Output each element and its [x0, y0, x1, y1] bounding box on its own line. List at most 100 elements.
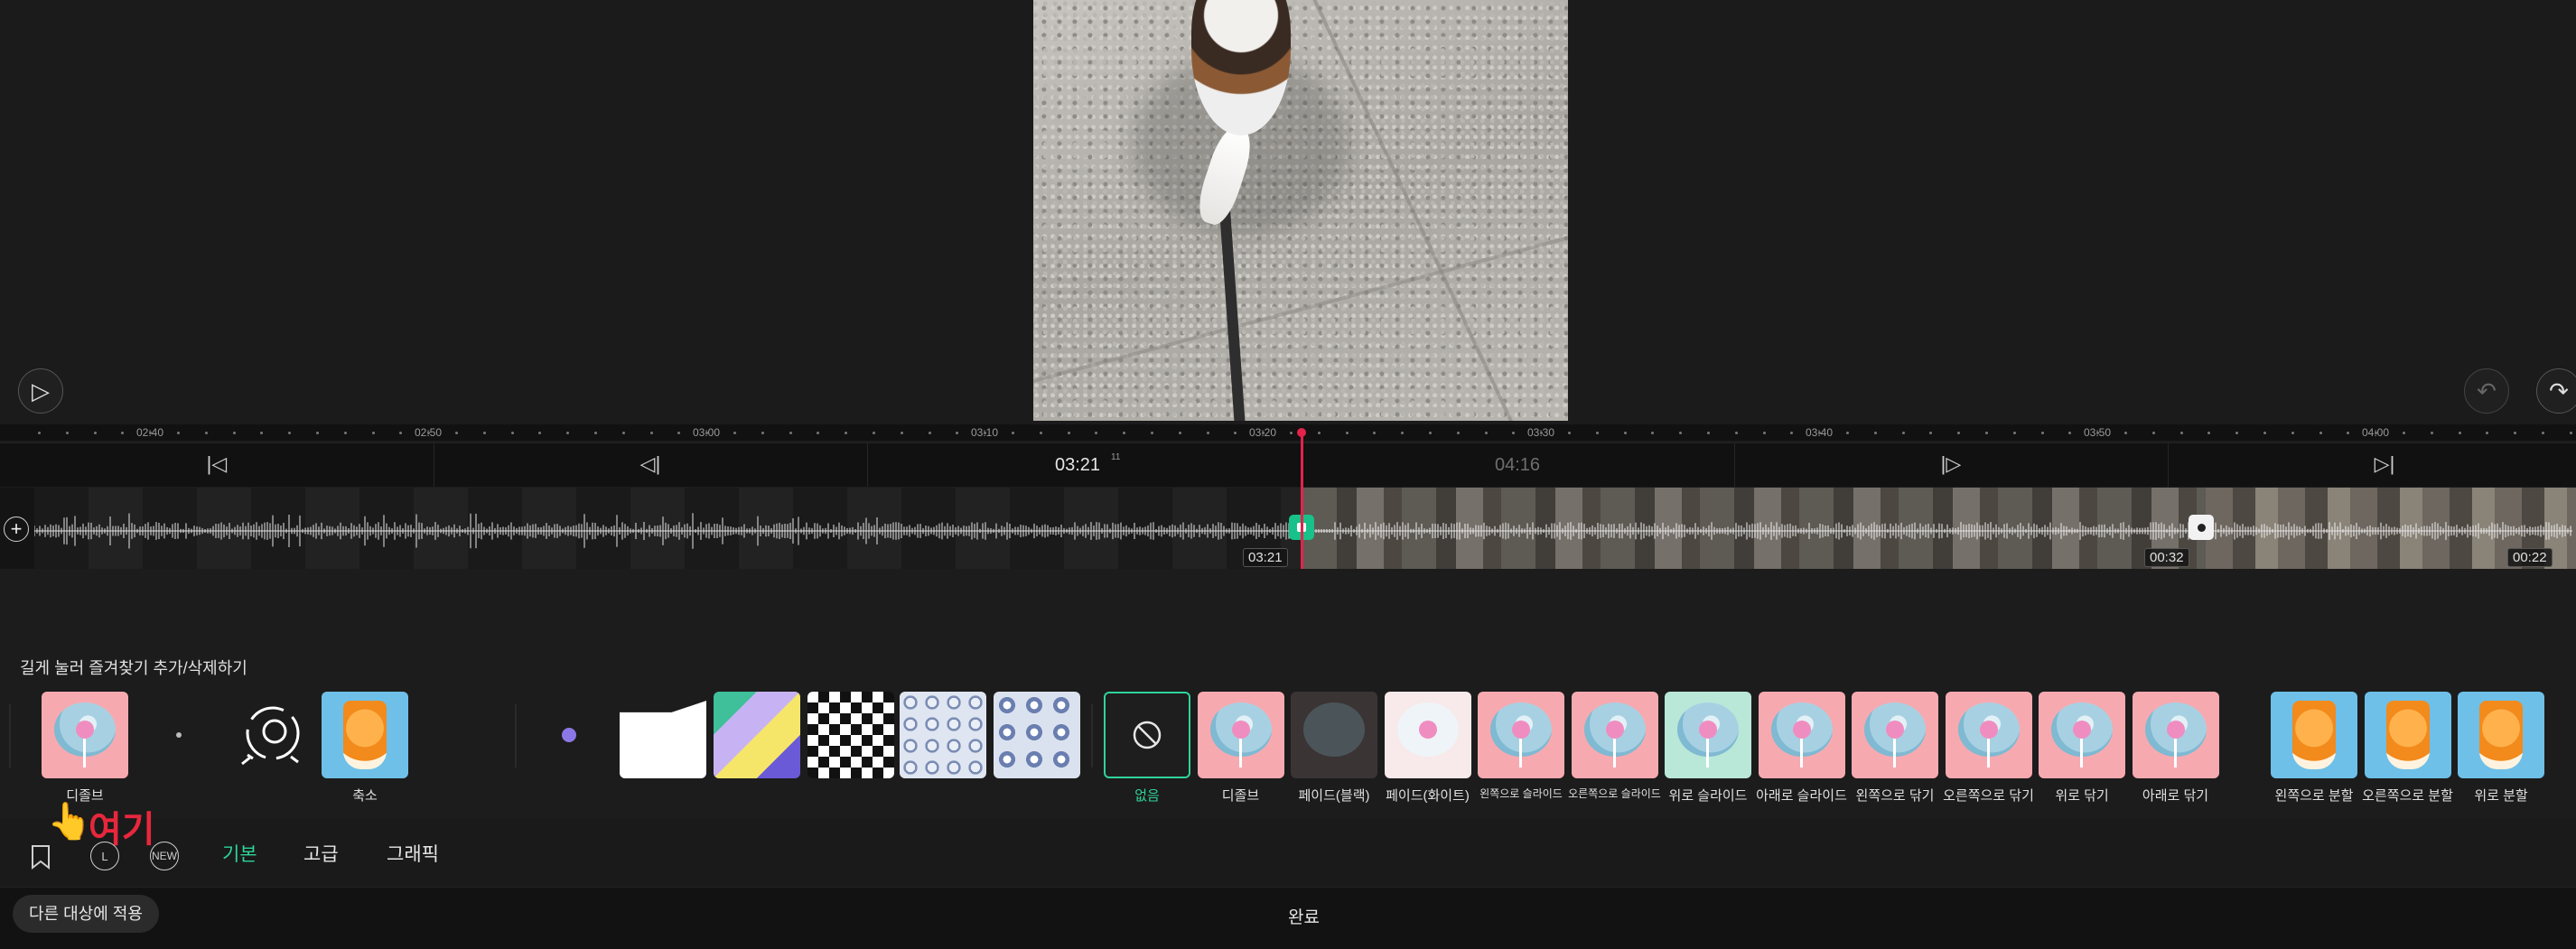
none-icon	[1133, 721, 1162, 749]
ruler-tick	[900, 432, 903, 434]
ruler-tick	[1762, 432, 1766, 434]
lollipop-icon	[1512, 721, 1530, 739]
transition-thumbnail[interactable]	[1758, 692, 1845, 778]
ruler-tick	[1790, 432, 1794, 434]
transition-thumbnail[interactable]	[1478, 692, 1564, 778]
ruler-tick	[538, 432, 542, 434]
transition-thumbnail[interactable]	[1571, 692, 1658, 778]
ruler-tick	[2319, 432, 2322, 434]
transition-thumbnail[interactable]	[1291, 692, 1377, 778]
apply-to-other-button[interactable]: 다른 대상에 적용	[13, 895, 159, 933]
ruler-label: 03:20	[1248, 426, 1277, 439]
pointing-hand-icon: 👆	[47, 802, 92, 842]
add-clip-button[interactable]: +	[4, 516, 29, 542]
ruler-tick	[2068, 432, 2072, 434]
transition-marker[interactable]	[2189, 515, 2214, 540]
new-tab[interactable]: NEW	[150, 842, 179, 870]
ruler-tick	[2235, 432, 2239, 434]
ruler-tick	[2207, 432, 2211, 434]
transition-thumbnail[interactable]	[229, 692, 316, 778]
ruler-tick	[873, 432, 875, 434]
ruler-tick	[1123, 432, 1126, 434]
lollipop-icon	[2073, 721, 2091, 739]
lollipop-icon	[1605, 721, 1624, 739]
ruler-label: 02:40	[135, 426, 164, 439]
transition-thumbnail[interactable]	[1197, 692, 1284, 778]
ruler-tick	[1234, 432, 1237, 434]
transition-label: 오른쪽으로 슬라이드	[1568, 787, 1661, 800]
recent-tab[interactable]: L	[90, 842, 119, 870]
transition-thumbnail[interactable]	[526, 692, 612, 778]
favorites-tab[interactable]	[25, 842, 56, 872]
ruler-tick	[343, 432, 347, 434]
ruler-tick	[1456, 432, 1460, 434]
tab-basic[interactable]: 기본	[222, 840, 257, 867]
ruler-tick	[1151, 432, 1153, 434]
timeline-ruler[interactable]: 02:40 02:50 03:00 03:10 03:20 03:30 03:40 03:50…	[0, 424, 2576, 441]
ruler-tick	[2179, 432, 2183, 434]
transition-thumbnail[interactable]	[994, 692, 1080, 778]
redo-icon: ↷	[2549, 377, 2569, 405]
transition-thumbnail[interactable]	[322, 692, 408, 778]
recent-icon-text: L	[101, 849, 108, 863]
ruler-tick	[1039, 432, 1042, 434]
lollipop-icon	[76, 721, 94, 739]
transition-thumbnail[interactable]	[135, 692, 222, 778]
transition-thumbnail[interactable]	[1665, 692, 1751, 778]
ruler-tick	[2124, 432, 2127, 434]
transition-none[interactable]	[1104, 692, 1190, 778]
bookmark-icon	[32, 845, 50, 870]
skip-to-start-button[interactable]: |◁	[199, 449, 235, 479]
ruler-tick	[1595, 432, 1599, 434]
ruler-tick	[1651, 432, 1655, 434]
category-tab-bar: 👆 여기 L NEW 기본 고급 그래픽	[0, 802, 2576, 887]
tab-graphic[interactable]: 그래픽	[387, 840, 439, 867]
ruler-tick	[232, 432, 236, 434]
video-editor-app: ▷ ↶ ↷ 02:40 02:50 03:00 03:10 03:20 03:30 03:4…	[0, 0, 2576, 949]
transition-thumbnail[interactable]	[1852, 692, 1938, 778]
transition-label: 오른쪽으로 분할	[2362, 788, 2453, 804]
ruler-label: 02:50	[414, 426, 443, 439]
ruler-tick	[1873, 432, 1877, 434]
ruler-label: 03:40	[1805, 426, 1834, 439]
video-preview[interactable]	[1033, 0, 1568, 421]
playhead[interactable]	[1301, 432, 1303, 569]
ruler-tick	[177, 432, 180, 434]
timeline: + 03:21 00:32 00:22	[0, 488, 2576, 569]
ruler-tick	[121, 432, 125, 434]
done-button[interactable]: 완료	[1288, 904, 1320, 928]
transition-thumbnail[interactable]	[2271, 692, 2357, 778]
undo-button[interactable]: ↶	[2464, 368, 2509, 414]
play-button[interactable]: ▷	[18, 368, 63, 414]
previous-frame-button[interactable]: ◁|	[632, 449, 668, 479]
ruler-tick	[2542, 432, 2544, 434]
transition-thumbnail[interactable]	[714, 692, 800, 778]
new-icon-text: NEW	[152, 850, 177, 862]
lollipop-icon	[1979, 721, 1998, 739]
tab-advanced[interactable]: 고급	[303, 840, 339, 867]
transition-thumbnail[interactable]	[620, 692, 706, 778]
transition-thumbnail[interactable]	[2458, 692, 2544, 778]
preview-area: ▷ ↶ ↷	[0, 0, 2576, 424]
ruler-tick	[1345, 432, 1349, 434]
transition-thumbnail[interactable]	[807, 692, 894, 778]
ruler-tick	[1929, 432, 1933, 434]
ruler-tick	[621, 432, 625, 434]
next-frame-button[interactable]: |▷	[1933, 449, 1969, 479]
ruler-tick	[1623, 432, 1627, 434]
transition-thumbnail[interactable]	[1384, 692, 1471, 778]
ruler-tick	[1373, 432, 1377, 434]
ruler-tick	[2430, 432, 2433, 434]
ruler-tick	[817, 432, 820, 434]
transition-thumbnail[interactable]	[1945, 692, 2032, 778]
ruler-tick	[2458, 432, 2461, 434]
playhead-handle[interactable]	[1297, 428, 1306, 437]
skip-to-end-button[interactable]: ▷|	[2366, 449, 2403, 479]
transition-thumbnail[interactable]	[42, 692, 128, 778]
transition-thumbnail[interactable]	[2364, 692, 2451, 778]
transition-thumbnail[interactable]	[2132, 692, 2219, 778]
redo-button[interactable]: ↷	[2536, 368, 2576, 414]
transition-thumbnail[interactable]	[900, 692, 986, 778]
lollipop-icon	[1792, 721, 1811, 739]
transition-thumbnail[interactable]	[2039, 692, 2125, 778]
